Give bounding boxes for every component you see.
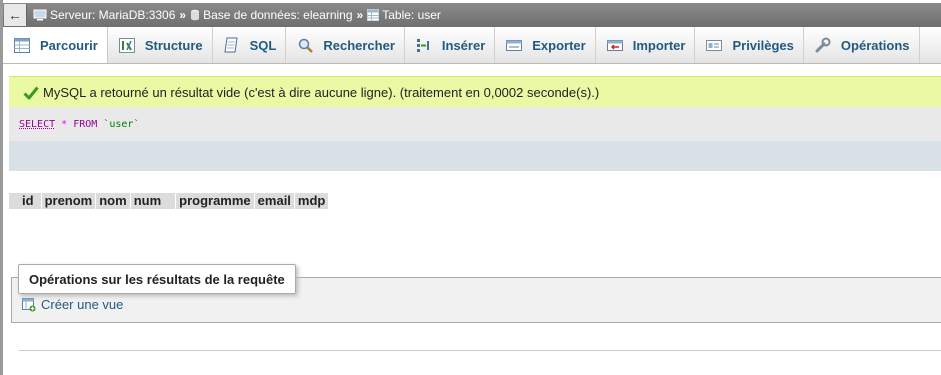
breadcrumb-database[interactable]: Base de données: elearning bbox=[190, 8, 353, 22]
tab-label: Insérer bbox=[441, 37, 486, 53]
sql-icon bbox=[223, 36, 241, 54]
sql-query-text: SELECT * FROM `user` bbox=[19, 119, 139, 130]
sql-select-keyword[interactable]: SELECT bbox=[19, 119, 55, 130]
tab-structure[interactable]: Structure bbox=[108, 27, 213, 63]
search-icon bbox=[296, 36, 314, 54]
tab-label: Exporter bbox=[532, 37, 586, 53]
insert-icon bbox=[415, 36, 433, 54]
tab-label: Structure bbox=[144, 37, 203, 53]
result-table-header: id prenom nom num programme email mdp bbox=[9, 193, 330, 209]
breadcrumb-database-label: Base de données: elearning bbox=[203, 8, 353, 22]
tab-exporter[interactable]: Exporter bbox=[495, 27, 596, 63]
sql-query-box: SELECT * FROM `user` bbox=[9, 107, 941, 141]
column-header-num[interactable]: num bbox=[131, 193, 177, 209]
tab-label: Rechercher bbox=[323, 37, 395, 53]
column-header-mdp[interactable]: mdp bbox=[295, 193, 330, 209]
tab-label: Privilèges bbox=[732, 37, 794, 53]
divider bbox=[19, 350, 941, 351]
tab-importer[interactable]: Importer bbox=[596, 27, 696, 63]
tab-parcourir[interactable]: Parcourir bbox=[3, 27, 108, 63]
sql-query-toolbar bbox=[9, 141, 941, 171]
create-view-label: Créer une vue bbox=[41, 297, 124, 312]
query-results-operations-legend: Opérations sur les résultats de la requê… bbox=[18, 264, 296, 294]
privileges-icon bbox=[705, 36, 723, 54]
success-message-text: MySQL a retourné un résultat vide (c'est… bbox=[43, 85, 600, 100]
create-view-icon bbox=[22, 297, 36, 312]
sql-table-name: `user` bbox=[103, 118, 140, 130]
tab-label: SQL bbox=[249, 37, 277, 53]
back-arrow-button[interactable]: ← bbox=[4, 4, 27, 26]
column-header-nom[interactable]: nom bbox=[96, 193, 131, 209]
export-icon bbox=[505, 36, 523, 54]
back-arrow-icon: ← bbox=[8, 7, 22, 23]
breadcrumb-server[interactable]: Serveur: MariaDB:3306 bbox=[33, 8, 175, 22]
tab-privileges[interactable]: Privilèges bbox=[695, 27, 804, 63]
success-message: MySQL a retourné un résultat vide (c'est… bbox=[9, 76, 941, 109]
tab-label: Parcourir bbox=[40, 37, 98, 53]
tab-rechercher[interactable]: Rechercher bbox=[286, 27, 405, 63]
breadcrumb-separator: » bbox=[356, 8, 364, 22]
sql-star: * bbox=[61, 118, 68, 130]
column-header-programme[interactable]: programme bbox=[176, 193, 255, 209]
breadcrumb-table[interactable]: Table: user bbox=[367, 8, 441, 22]
breadcrumb-server-label: Serveur: MariaDB:3306 bbox=[50, 8, 176, 22]
column-header-id[interactable]: id bbox=[9, 193, 42, 209]
sql-from-keyword: FROM bbox=[73, 118, 98, 130]
database-icon bbox=[191, 9, 200, 21]
server-icon bbox=[33, 9, 47, 21]
browse-icon bbox=[13, 36, 31, 54]
column-header-prenom[interactable]: prenom bbox=[42, 193, 97, 209]
import-icon bbox=[606, 36, 624, 54]
column-header-email[interactable]: email bbox=[255, 193, 295, 209]
tab-bar: Parcourir Structure SQL Rechercher Insér… bbox=[3, 27, 941, 64]
breadcrumb: ← Serveur: MariaDB:3306 » Base de donnée… bbox=[3, 3, 941, 27]
breadcrumb-separator: » bbox=[179, 8, 187, 22]
tab-operations[interactable]: Opérations bbox=[804, 27, 920, 63]
wrench-icon bbox=[814, 36, 832, 54]
tab-inserer[interactable]: Insérer bbox=[405, 27, 496, 63]
structure-icon bbox=[118, 36, 136, 54]
tab-label: Importer bbox=[632, 37, 686, 53]
breadcrumb-table-label: Table: user bbox=[382, 8, 441, 22]
check-icon bbox=[23, 86, 39, 100]
tab-label: Opérations bbox=[840, 37, 910, 53]
tab-sql[interactable]: SQL bbox=[213, 27, 287, 63]
table-icon bbox=[367, 9, 380, 21]
create-view-link[interactable]: Créer une vue bbox=[22, 297, 123, 312]
